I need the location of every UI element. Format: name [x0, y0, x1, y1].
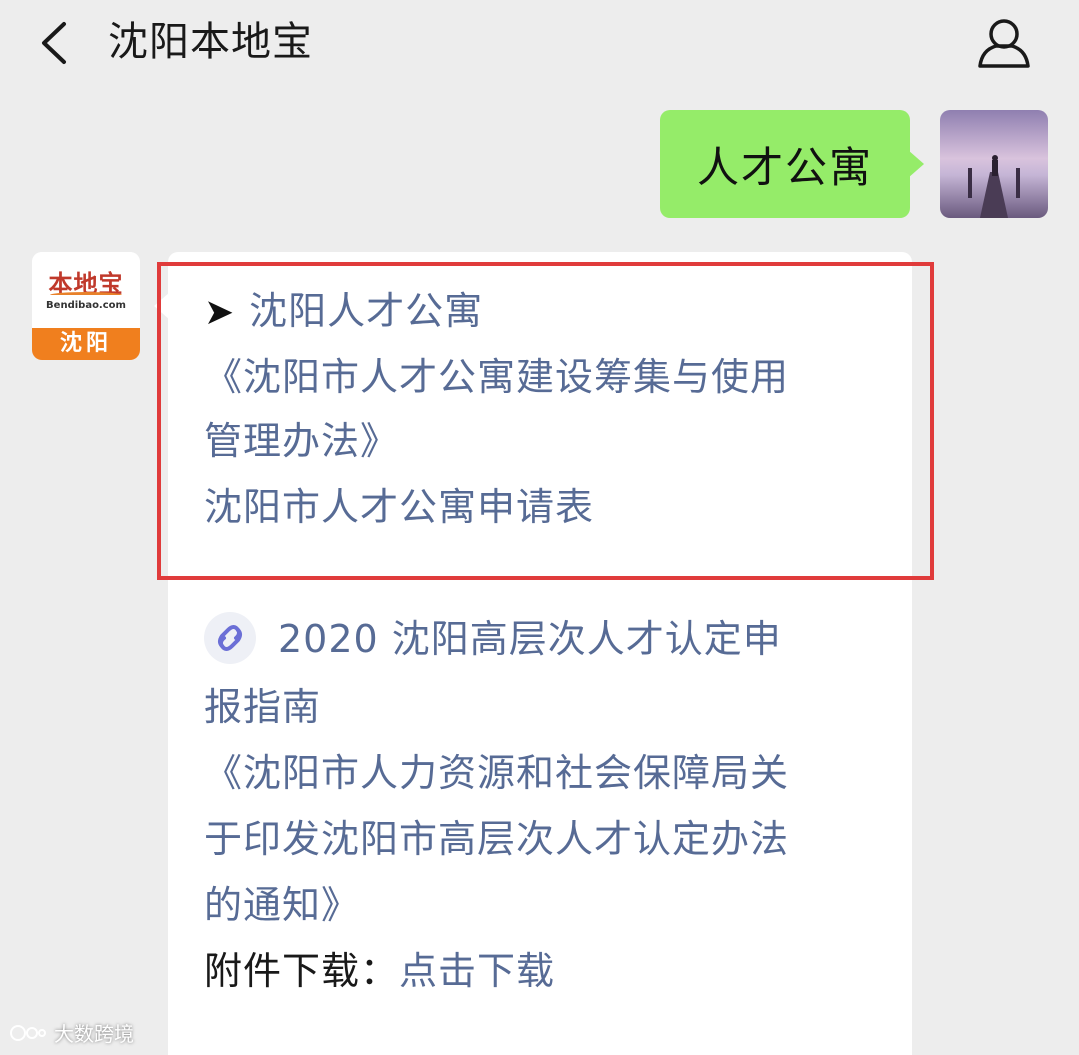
chat-title: 沈阳本地宝	[108, 19, 313, 65]
city-label: 沈阳	[32, 328, 140, 360]
watermark-text: 大数跨境	[54, 1022, 134, 1046]
watermark-logo-icon	[10, 1024, 46, 1041]
bubble-tail	[908, 150, 924, 178]
arrow-icon: ➤	[204, 292, 236, 333]
user-avatar[interactable]	[940, 110, 1048, 218]
mini-program-icon	[204, 611, 256, 664]
apartment-application-form-link[interactable]: 沈阳市人才公寓申请表	[204, 480, 594, 534]
apartment-policy-link-line1[interactable]: 《沈阳市人才公寓建设筹集与使用	[204, 350, 789, 404]
attachment-label: 附件下载：	[204, 949, 400, 993]
talent-guide-heading: 2020 沈阳高层次人才认定申	[204, 611, 782, 668]
user-avatar-image	[940, 110, 1048, 218]
hr-notice-link-line2[interactable]: 于印发沈阳市高层次人才认定办法	[204, 812, 789, 866]
top-bar: 沈阳本地宝	[0, 0, 1079, 90]
talent-guide-link[interactable]: 2020 沈阳高层次人才认定申	[278, 617, 782, 661]
apartment-policy-link-line2[interactable]: 管理办法》	[204, 414, 399, 468]
logo-subtext: Bendibao.com	[46, 300, 126, 311]
attachment-download-row: 附件下载：点击下载	[204, 944, 555, 998]
account-avatar[interactable]: 本地宝 Bendibao.com 沈阳	[32, 252, 140, 360]
section-heading-apartment: ➤ 沈阳人才公寓	[204, 284, 483, 340]
hr-notice-link-line3[interactable]: 的通知》	[204, 878, 360, 932]
logo-swoosh	[50, 292, 122, 298]
download-link[interactable]: 点击下载	[399, 949, 555, 993]
hr-notice-link-line1[interactable]: 《沈阳市人力资源和社会保障局关	[204, 746, 789, 800]
logo-area: 本地宝 Bendibao.com	[32, 252, 140, 328]
watermark: 大数跨境	[8, 1018, 134, 1047]
talent-guide-link-line2[interactable]: 报指南	[204, 680, 321, 734]
person-icon[interactable]	[974, 16, 1034, 70]
chevron-left-icon[interactable]	[36, 20, 76, 66]
apartment-link[interactable]: 沈阳人才公寓	[249, 289, 483, 333]
outgoing-message-bubble[interactable]: 人才公寓	[660, 110, 924, 218]
outgoing-message-text: 人才公寓	[696, 142, 873, 192]
